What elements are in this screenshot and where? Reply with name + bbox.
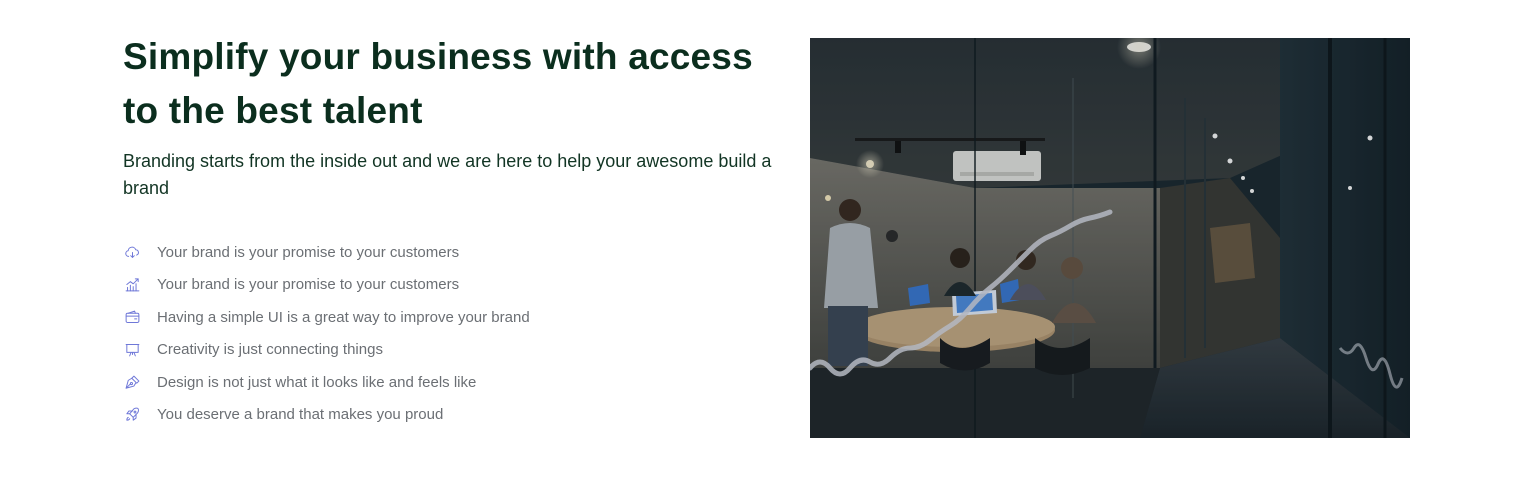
section-subtitle: Branding starts from the inside out and … bbox=[123, 151, 772, 198]
feature-item: Your brand is your promise to your custo… bbox=[123, 236, 793, 269]
feature-label: You deserve a brand that makes you proud bbox=[157, 406, 444, 424]
office-meeting-photo bbox=[810, 38, 1410, 438]
rocket-icon bbox=[123, 406, 141, 424]
feature-item: Creativity is just connecting things bbox=[123, 334, 793, 367]
section-heading: Simplify your business with access to th… bbox=[123, 36, 753, 131]
cloud-icon bbox=[123, 243, 141, 261]
feature-item: Having a simple UI is a great way to imp… bbox=[123, 301, 793, 334]
feature-item: Your brand is your promise to your custo… bbox=[123, 269, 793, 302]
feature-label: Your brand is your promise to your custo… bbox=[157, 243, 460, 261]
feature-label: Design is not just what it looks like an… bbox=[157, 373, 477, 391]
feature-label: Your brand is your promise to your custo… bbox=[157, 276, 460, 294]
feature-list: Your brand is your promise to your custo… bbox=[123, 236, 793, 431]
wallet-icon bbox=[123, 308, 141, 326]
text-column: Simplify your business with access to th… bbox=[123, 30, 793, 431]
pen-tool-icon bbox=[123, 373, 141, 391]
feature-item: You deserve a brand that makes you proud bbox=[123, 399, 793, 432]
display-icon bbox=[123, 341, 141, 359]
feature-label: Creativity is just connecting things bbox=[157, 341, 383, 359]
feature-label: Having a simple UI is a great way to imp… bbox=[157, 308, 530, 326]
feature-section: Simplify your business with access to th… bbox=[0, 0, 1534, 500]
bar-chart-icon bbox=[123, 276, 141, 294]
feature-item: Design is not just what it looks like an… bbox=[123, 366, 793, 399]
